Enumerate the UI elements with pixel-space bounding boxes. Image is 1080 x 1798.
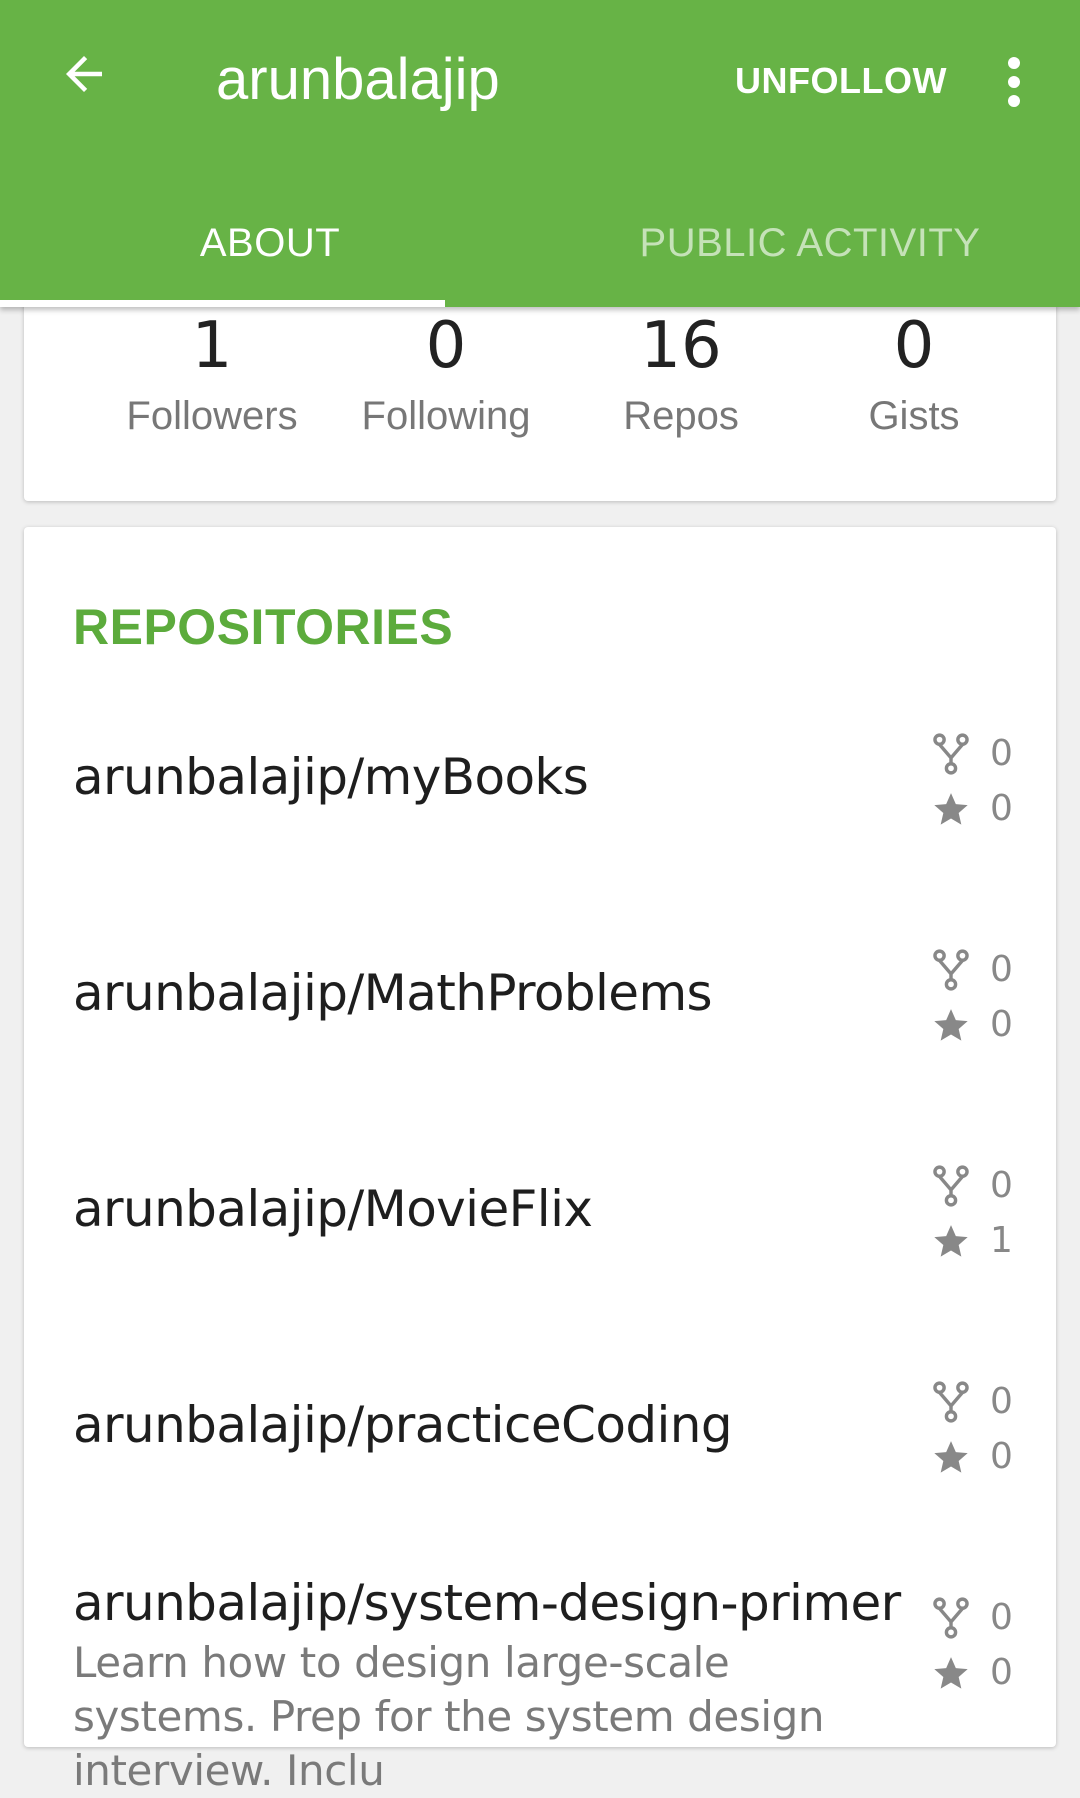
fork-count: 0	[990, 733, 1013, 774]
star-icon	[930, 1436, 972, 1478]
stat-value: 1	[191, 309, 233, 383]
stat-label: Following	[361, 394, 531, 438]
repo-stats: 0 0	[930, 942, 1040, 1052]
fork-count: 0	[990, 1597, 1013, 1638]
star-icon	[930, 788, 972, 830]
back-button[interactable]	[48, 40, 120, 112]
repo-item[interactable]: arunbalajip/system-design-primer Learn h…	[24, 1536, 1056, 1795]
fork-icon	[930, 948, 972, 991]
repositories-card: REPOSITORIES arunbalajip/myBooks 0 0 aru…	[24, 527, 1056, 1795]
repo-stats: 0 0	[930, 1374, 1040, 1484]
fork-count: 0	[990, 949, 1013, 990]
stat-following[interactable]: 0 Following	[326, 310, 566, 446]
fork-icon	[930, 1164, 972, 1207]
fork-icon	[930, 1596, 972, 1639]
tab-indicator	[0, 300, 445, 307]
stat-value: 0	[425, 309, 467, 383]
app-bar: arunbalajip UNFOLLOW ABOUT PUBLIC ACTIVI…	[0, 0, 1080, 307]
fork-count: 0	[990, 1165, 1013, 1206]
repo-stats: 0 0	[930, 726, 1040, 836]
star-count: 1	[990, 1220, 1013, 1261]
repo-name: arunbalajip/MathProblems	[73, 964, 713, 1022]
repo-name: arunbalajip/myBooks	[73, 748, 589, 806]
repo-name: arunbalajip/MovieFlix	[73, 1180, 593, 1238]
repo-name: arunbalajip/system-design-primer	[73, 1574, 901, 1632]
fork-icon	[930, 1380, 972, 1423]
star-count: 0	[990, 788, 1013, 829]
repo-item[interactable]: arunbalajip/MovieFlix 0 1	[24, 1104, 1056, 1320]
stat-label: Gists	[868, 394, 960, 438]
more-options-button[interactable]	[990, 50, 1038, 114]
tab-about[interactable]: ABOUT	[0, 180, 540, 307]
tab-public-activity[interactable]: PUBLIC ACTIVITY	[540, 180, 1080, 307]
page-title: arunbalajip	[216, 47, 500, 112]
stat-value: 0	[893, 309, 935, 383]
star-count: 0	[990, 1004, 1013, 1045]
star-count: 0	[990, 1652, 1013, 1693]
repo-item[interactable]: arunbalajip/myBooks 0 0	[24, 672, 1056, 888]
fork-count: 0	[990, 1381, 1013, 1422]
repo-stats: 0 0	[930, 1590, 1040, 1700]
stat-followers[interactable]: 1 Followers	[92, 310, 332, 446]
repo-description: Learn how to design large-scale systems.…	[73, 1638, 825, 1795]
star-count: 0	[990, 1436, 1013, 1477]
star-icon	[930, 1004, 972, 1046]
repo-item[interactable]: arunbalajip/practiceCoding 0 0	[24, 1320, 1056, 1536]
repo-item[interactable]: arunbalajip/MathProblems 0 0	[24, 888, 1056, 1104]
fork-icon	[930, 732, 972, 775]
stat-label: Repos	[623, 394, 739, 438]
tab-bar: ABOUT PUBLIC ACTIVITY	[0, 180, 1080, 307]
star-icon	[930, 1220, 972, 1262]
stat-value: 16	[640, 309, 722, 383]
stat-gists[interactable]: 0 Gists	[794, 310, 1034, 446]
unfollow-button[interactable]: UNFOLLOW	[735, 54, 947, 108]
repo-stats: 0 1	[930, 1158, 1040, 1268]
repositories-heading: REPOSITORIES	[73, 599, 454, 655]
star-icon	[930, 1652, 972, 1694]
repo-name: arunbalajip/practiceCoding	[73, 1396, 733, 1454]
stat-label: Followers	[126, 394, 298, 438]
stat-repos[interactable]: 16 Repos	[561, 310, 801, 446]
more-vert-icon	[1008, 57, 1020, 69]
arrow-back-icon	[57, 47, 111, 106]
